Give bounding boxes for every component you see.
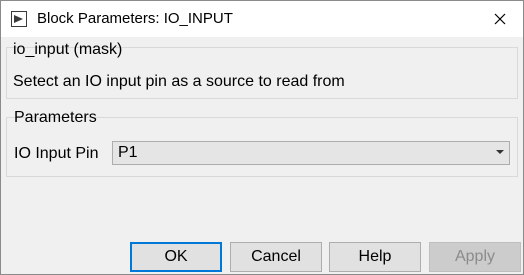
window-title: Block Parameters: IO_INPUT — [37, 10, 233, 27]
io-input-pin-value: P1 — [118, 144, 138, 161]
io-input-pin-select[interactable]: P1 — [112, 141, 510, 165]
mask-group-title: io_input (mask) — [13, 41, 123, 58]
dropdown-arrow-icon — [496, 150, 504, 154]
close-icon — [494, 13, 506, 25]
dialog-window: Block Parameters: IO_INPUT io_input (mas… — [0, 0, 524, 275]
simulink-block-icon — [11, 11, 27, 27]
close-button[interactable] — [477, 1, 523, 37]
title-bar[interactable]: Block Parameters: IO_INPUT — [1, 1, 523, 37]
io-input-pin-label: IO Input Pin — [14, 145, 99, 162]
help-button[interactable]: Help — [329, 242, 421, 272]
apply-button[interactable]: Apply — [429, 242, 521, 272]
parameters-group-title: Parameters — [14, 109, 97, 126]
mask-description: Setect an IO input pin as a source to re… — [13, 73, 345, 90]
cancel-button[interactable]: Cancel — [230, 242, 322, 272]
ok-button[interactable]: OK — [130, 242, 222, 272]
